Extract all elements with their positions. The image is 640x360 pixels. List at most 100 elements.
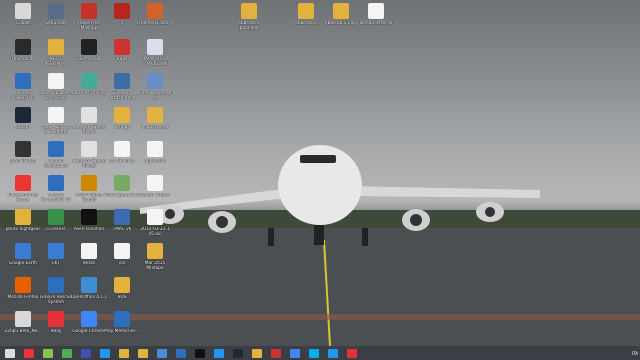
- desktop-icon[interactable]: ebbe ba 5: [287, 2, 325, 42]
- app-icon: [195, 348, 205, 358]
- app-icon: [328, 348, 338, 358]
- file-icon: [147, 209, 163, 225]
- taskbar: [0, 346, 640, 360]
- file-icon: [48, 209, 64, 225]
- desktop-icon-label: ebbe ba 5: [295, 21, 317, 26]
- file-icon: [241, 3, 257, 19]
- taskbar-app-button[interactable]: [154, 347, 170, 359]
- desktop-icon-label: 2015-03-23 1 45.avi: [140, 227, 170, 237]
- app-icon: [214, 348, 224, 358]
- desktop-icon-label: Mar 2015 Mixtape: [144, 261, 166, 271]
- taskbar-app-button[interactable]: [344, 347, 360, 359]
- desktop-icon-label: Canon Hunter: [140, 193, 170, 198]
- taskbar-app-button[interactable]: [173, 347, 189, 359]
- file-icon: [48, 277, 64, 293]
- file-icon: [48, 3, 64, 19]
- file-icon: [81, 3, 97, 19]
- file-icon: [114, 175, 130, 191]
- desktop-icon-label: Applet.lnk: [144, 159, 166, 164]
- file-icon: [147, 141, 163, 157]
- desktop-icon-label: Windows_used_files: [136, 91, 174, 101]
- file-icon: [15, 175, 31, 191]
- desktop-icon-label: wenda letter pl: [359, 21, 393, 26]
- file-icon: [15, 141, 31, 157]
- file-icon: [15, 277, 31, 293]
- file-icon: [15, 243, 31, 259]
- file-icon: [81, 209, 97, 225]
- taskbar-app-button[interactable]: [211, 347, 227, 359]
- file-icon: [48, 311, 64, 327]
- desktop-icon-label: ebbe ba 5 play: [324, 21, 358, 26]
- desktop-icon-label: ebbe ba 5 parallele: [238, 21, 260, 31]
- file-icon: [114, 3, 130, 19]
- app-icon: [176, 348, 186, 358]
- file-icon: [81, 107, 97, 123]
- app-icon: [271, 348, 281, 358]
- system-tray: ITA: [632, 347, 638, 359]
- file-icon: [147, 107, 163, 123]
- file-icon: [114, 73, 130, 89]
- taskbar-app-button[interactable]: [21, 347, 37, 359]
- taskbar-app-button[interactable]: [249, 347, 265, 359]
- taskbar-app-button[interactable]: [59, 347, 75, 359]
- file-icon: [114, 209, 130, 225]
- file-icon: [147, 73, 163, 89]
- app-icon: [157, 348, 167, 358]
- file-icon: [15, 3, 31, 19]
- app-icon: [43, 348, 53, 358]
- file-icon: [114, 39, 130, 55]
- desktop-icon-label: Freemed Factory: [137, 21, 173, 26]
- taskbar-app-button[interactable]: [287, 347, 303, 359]
- app-icon: [309, 348, 319, 358]
- desktop-icon[interactable]: ebbe ba 5 play: [322, 2, 360, 42]
- file-icon: [114, 107, 130, 123]
- file-icon: [114, 311, 130, 327]
- taskbar-app-button[interactable]: [116, 347, 132, 359]
- desktop-icon-label: linkbystereo: [141, 125, 169, 130]
- app-icon: [24, 348, 34, 358]
- taskbar-app-button[interactable]: [192, 347, 208, 359]
- desktop-icon[interactable]: ebbe ba 5 parallele: [230, 2, 268, 42]
- taskbar-app-button[interactable]: [40, 347, 56, 359]
- file-icon: [81, 39, 97, 55]
- desktop-icon[interactable]: wenda letter pl: [357, 2, 395, 42]
- file-icon: [15, 39, 31, 55]
- app-icon: [347, 348, 357, 358]
- taskbar-app-button[interactable]: [97, 347, 113, 359]
- start-icon: [5, 348, 15, 358]
- file-icon: [81, 311, 97, 327]
- file-icon: [81, 175, 97, 191]
- app-icon: [290, 348, 300, 358]
- file-icon: [147, 243, 163, 259]
- app-icon: [119, 348, 129, 358]
- taskbar-app-button[interactable]: [268, 347, 284, 359]
- taskbar-app-button[interactable]: [325, 347, 341, 359]
- taskbar-app-button[interactable]: [306, 347, 322, 359]
- file-icon: [298, 3, 314, 19]
- file-icon: [81, 277, 97, 293]
- file-icon: [147, 175, 163, 191]
- desktop-icon[interactable]: Mar 2015 Mixtape: [136, 242, 174, 282]
- app-icon: [100, 348, 110, 358]
- file-icon: [81, 243, 97, 259]
- file-icon: [368, 3, 384, 19]
- file-icon: [114, 243, 130, 259]
- desktop-icon-label: Play Memories...: [104, 329, 140, 334]
- file-icon: [48, 39, 64, 55]
- file-icon: [15, 311, 31, 327]
- file-icon: [15, 107, 31, 123]
- file-icon: [48, 243, 64, 259]
- taskbar-app-button[interactable]: [135, 347, 151, 359]
- desktop-icon-label: RAPPORT DI TRAVEL.sell: [142, 57, 168, 67]
- taskbar-app-button[interactable]: [78, 347, 94, 359]
- file-icon: [147, 3, 163, 19]
- desktop-icon[interactable]: Play Memories...: [103, 310, 141, 350]
- file-icon: [48, 141, 64, 157]
- file-icon: [48, 73, 64, 89]
- language-indicator[interactable]: ITA: [632, 351, 638, 356]
- file-icon: [15, 73, 31, 89]
- file-icon: [114, 277, 130, 293]
- taskbar-app-button[interactable]: [230, 347, 246, 359]
- desktop-icon[interactable]: Freemed Factory: [136, 2, 174, 42]
- start-button[interactable]: [2, 347, 18, 359]
